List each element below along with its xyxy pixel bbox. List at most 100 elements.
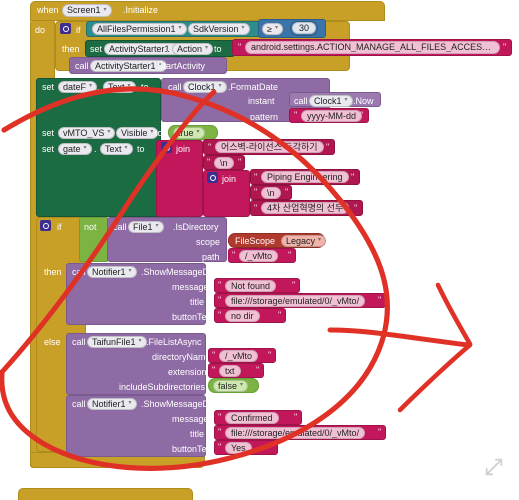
set-gate-component-label: gate: [63, 143, 81, 154]
else-notifier-call-label: call: [72, 399, 86, 409]
else-notifier-message-field[interactable]: Confirmed: [225, 412, 279, 424]
then-notifier-component-label: Notifier1: [92, 266, 126, 277]
close-quote: ": [238, 157, 242, 167]
close-quote: ": [503, 42, 507, 52]
set-action-to-label: to: [214, 44, 222, 54]
if-inner-mutator-gear-icon[interactable]: [40, 220, 51, 231]
join-outer-mutator-gear-icon[interactable]: [161, 142, 172, 153]
isdirectory-method-label: .IsDirectory: [173, 222, 219, 232]
pattern-string-field[interactable]: yyyy-MM-dd: [301, 110, 362, 122]
join-item-2-field[interactable]: \n: [214, 157, 234, 169]
set-visible-set-label: set: [42, 128, 55, 138]
if-inner-then-label: then: [44, 267, 62, 277]
open-quote: ": [208, 142, 212, 152]
open-quote: ": [254, 172, 258, 182]
join-inner-item-2-field[interactable]: \n: [261, 187, 281, 199]
set-datef-component-field[interactable]: dateF ▾: [58, 81, 98, 93]
else-arg-includesubdirectories-label: includeSubdirectories: [119, 382, 206, 392]
set-visible-property-field[interactable]: Visible ▾: [116, 127, 159, 139]
join-inner-item-1-field[interactable]: Piping Engineering: [261, 171, 349, 183]
close-quote: ": [378, 295, 382, 305]
call-startactivity-call-label: call: [75, 61, 89, 71]
join-item-1-field[interactable]: 어스벽-라이선스 두각하기: [215, 141, 324, 153]
join-item-2-label: \n: [220, 157, 228, 168]
chevron-down-icon: ▾: [128, 400, 132, 406]
set-gate-component-field[interactable]: gate ▾: [58, 143, 92, 155]
open-quote: ": [218, 280, 222, 290]
else-notifier-arg-buttontext-label: buttonText: [172, 444, 214, 454]
close-quote: ": [285, 187, 289, 197]
logic-true-field[interactable]: true ▾: [173, 127, 205, 139]
then-arg-title-label: title: [190, 297, 205, 307]
open-quote: ": [212, 350, 216, 360]
filescope-label: FileScope: [235, 236, 276, 246]
chevron-down-icon: ▾: [127, 83, 131, 89]
close-quote: ": [354, 203, 358, 213]
event-when-label: when: [37, 5, 59, 15]
close-quote: ": [278, 310, 282, 320]
set-gate-property-field[interactable]: Text ▾: [100, 143, 133, 155]
isdirectory-component-field[interactable]: File1 ▾: [128, 221, 164, 233]
chevron-down-icon: ▾: [128, 268, 132, 274]
else-notifier-buttontext-field[interactable]: Yes: [225, 442, 252, 454]
close-quote: ": [378, 427, 382, 437]
join-inner-mutator-gear-icon[interactable]: [207, 172, 218, 183]
path-string-field[interactable]: /_vMto: [239, 250, 279, 262]
then-notifier-component-field[interactable]: Notifier1 ▾: [87, 266, 137, 278]
clock-now-component-field[interactable]: Clock1 ▾: [309, 95, 353, 107]
else-taifun-component-field[interactable]: TaifunFile1 ▾: [87, 336, 147, 348]
else-extension-field[interactable]: txt: [219, 365, 241, 377]
condition-component-field[interactable]: AllFilesPermission1 ▾: [92, 23, 187, 35]
if-outer-mutator-gear-icon[interactable]: [60, 23, 71, 34]
else-directoryname-field[interactable]: /_vMto: [219, 350, 259, 362]
chevron-down-icon: ▾: [318, 237, 322, 243]
chevron-down-icon: ▾: [218, 83, 222, 89]
if-inner-else-label: else: [44, 337, 61, 347]
else-notifier-component-field[interactable]: Notifier1 ▾: [87, 398, 137, 410]
action-string-field[interactable]: android.settings.ACTION_MANAGE_ALL_FILES…: [245, 41, 500, 54]
path-string-label: /_vMto: [245, 250, 273, 261]
else-extension-label: txt: [225, 365, 235, 376]
next-block-partial[interactable]: [18, 488, 193, 500]
set-action-property-label: Action: [177, 43, 203, 54]
else-notifier-title-field[interactable]: file:///storage/emulated/0/_vMto/: [225, 427, 366, 439]
set-visible-component-field[interactable]: vMTO_VS ▾: [58, 127, 116, 139]
event-component-field[interactable]: Screen1 ▾: [62, 4, 112, 17]
blocks-canvas[interactable]: when Screen1 ▾ .Initialize do if then Al…: [0, 0, 519, 500]
join-inner-item-3-field[interactable]: 4차 산업혁명의 선두: [261, 202, 350, 214]
clock-now-component-label: Clock1: [314, 95, 342, 106]
filescope-value-field[interactable]: Legacy ▾: [281, 235, 327, 247]
logic-not-label: not: [84, 222, 97, 232]
set-action-set-label: set: [90, 44, 103, 54]
comparison-operator-field[interactable]: ≥ ▾: [262, 23, 283, 35]
open-quote: ": [207, 157, 211, 167]
then-message-field[interactable]: Not found: [225, 280, 277, 292]
set-action-component-field[interactable]: ActivityStarter1 ▾: [104, 43, 181, 55]
close-quote: ": [360, 110, 364, 120]
close-quote: ": [288, 250, 292, 260]
else-notifier-arg-title-label: title: [190, 429, 205, 439]
chevron-down-icon: ▾: [241, 25, 245, 31]
number-value-field[interactable]: 30: [292, 22, 316, 34]
set-visible-component-label: vMTO_VS: [63, 127, 105, 138]
set-datef-property-field[interactable]: Text ▾: [103, 81, 136, 93]
formatdate-component-field[interactable]: Clock1 ▾: [183, 81, 227, 93]
expand-diagonal-icon[interactable]: [483, 456, 505, 478]
then-notifier-call-label: call: [72, 267, 86, 277]
close-quote: ": [326, 142, 330, 152]
else-includesubdirectories-field[interactable]: false ▾: [213, 380, 249, 392]
condition-property-field[interactable]: SdkVersion ▾: [188, 23, 250, 35]
then-message-label: Not found: [231, 280, 271, 291]
else-notifier-method-label: .ShowMessageDialog: [141, 399, 229, 409]
chevron-down-icon: ▾: [150, 129, 154, 135]
condition-component-label: AllFilesPermission1: [97, 23, 176, 34]
set-action-property-field[interactable]: Action ▾: [172, 43, 214, 55]
if-outer-if-label: if: [76, 25, 81, 35]
then-title-field[interactable]: file:///storage/emulated/0/_vMto/: [225, 295, 366, 307]
set-datef-component-label: dateF: [63, 81, 87, 92]
clock-now-call-label: call: [294, 96, 308, 106]
then-buttontext-field[interactable]: no dir: [225, 310, 260, 322]
close-quote: ": [268, 350, 272, 360]
call-startactivity-method-label: .StartActivity: [155, 61, 206, 71]
close-quote: ": [294, 412, 298, 422]
